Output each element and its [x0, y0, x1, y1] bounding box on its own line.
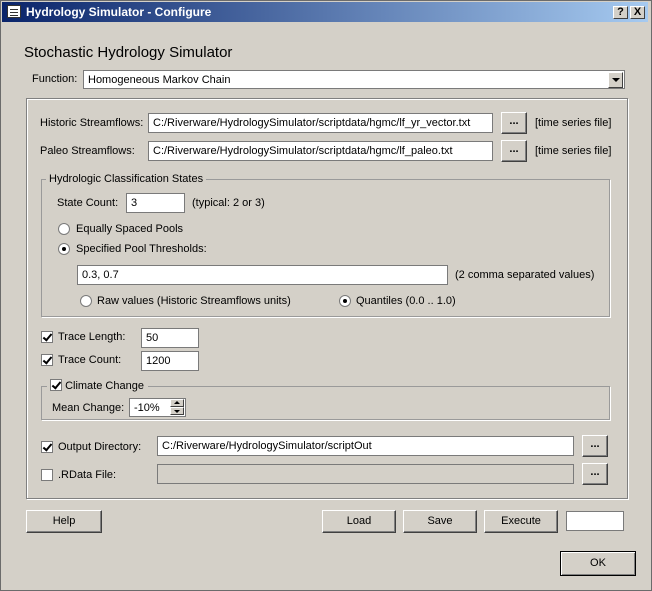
- load-button[interactable]: Load: [322, 510, 396, 533]
- function-label: Function:: [32, 73, 78, 85]
- state-count-label: State Count:: [57, 197, 119, 209]
- paleo-browse-button[interactable]: ...: [501, 140, 527, 162]
- trace-length-label: Trace Length:: [58, 331, 126, 343]
- output-directory-checkbox[interactable]: [41, 441, 53, 453]
- save-button[interactable]: Save: [403, 510, 477, 533]
- raw-values-radio[interactable]: [80, 295, 92, 307]
- trace-count-checkbox[interactable]: [41, 354, 53, 366]
- spin-up-icon[interactable]: [170, 399, 184, 407]
- mean-change-label: Mean Change:: [52, 402, 125, 414]
- help-button[interactable]: Help: [26, 510, 102, 533]
- quantiles-label: Quantiles (0.0 .. 1.0): [356, 295, 456, 307]
- historic-note: [time series file]: [535, 117, 612, 129]
- climate-change-group-title: Climate Change: [47, 379, 148, 392]
- paleo-note: [time series file]: [535, 145, 612, 157]
- equal-pools-radio[interactable]: [58, 223, 70, 235]
- execute-button[interactable]: Execute: [484, 510, 558, 533]
- ok-button[interactable]: OK: [560, 551, 636, 576]
- page-title: Stochastic Hydrology Simulator: [24, 44, 233, 61]
- output-directory-input[interactable]: C:/Riverware/HydrologySimulator/scriptOu…: [157, 436, 574, 456]
- help-title-button[interactable]: ?: [613, 6, 628, 19]
- output-directory-label: Output Directory:: [58, 441, 142, 453]
- window-title: Hydrology Simulator - Configure: [26, 5, 212, 19]
- close-button[interactable]: X: [630, 6, 645, 19]
- function-select[interactable]: Homogeneous Markov Chain: [83, 70, 625, 89]
- state-count-hint: (typical: 2 or 3): [192, 197, 265, 209]
- mean-change-spinner[interactable]: [170, 399, 184, 416]
- climate-change-label: Climate Change: [65, 380, 144, 392]
- thresholds-input[interactable]: 0.3, 0.7: [77, 265, 448, 285]
- status-box: [566, 511, 624, 531]
- paleo-streamflows-label: Paleo Streamflows:: [40, 145, 135, 157]
- trace-count-label: Trace Count:: [58, 354, 122, 366]
- rdata-file-browse-button[interactable]: ...: [582, 463, 608, 485]
- rdata-file-checkbox[interactable]: [41, 469, 53, 481]
- climate-change-checkbox[interactable]: [50, 379, 62, 391]
- output-directory-browse-button[interactable]: ...: [582, 435, 608, 457]
- mean-change-value: -10%: [134, 402, 160, 414]
- state-count-input[interactable]: 3: [126, 193, 185, 213]
- trace-length-checkbox[interactable]: [41, 331, 53, 343]
- paleo-streamflows-input[interactable]: C:/Riverware/HydrologySimulator/scriptda…: [148, 141, 493, 161]
- function-value: Homogeneous Markov Chain: [88, 74, 231, 86]
- rdata-file-label: .RData File:: [58, 469, 117, 481]
- chevron-down-icon[interactable]: [608, 72, 623, 88]
- thresholds-hint: (2 comma separated values): [455, 269, 595, 281]
- trace-count-input[interactable]: 1200: [141, 351, 199, 371]
- quantiles-radio[interactable]: [339, 295, 351, 307]
- historic-browse-button[interactable]: ...: [501, 112, 527, 134]
- specified-thresholds-label: Specified Pool Thresholds:: [76, 243, 207, 255]
- trace-length-input[interactable]: 50: [141, 328, 199, 348]
- classification-group-title: Hydrologic Classification States: [46, 173, 207, 185]
- spin-down-icon[interactable]: [170, 407, 184, 415]
- equal-pools-label: Equally Spaced Pools: [76, 223, 184, 235]
- historic-streamflows-label: Historic Streamflows:: [40, 117, 144, 129]
- app-icon: [7, 5, 21, 18]
- raw-values-label: Raw values (Historic Streamflows units): [97, 295, 291, 307]
- historic-streamflows-input[interactable]: C:/Riverware/HydrologySimulator/scriptda…: [148, 113, 493, 133]
- specified-thresholds-radio[interactable]: [58, 243, 70, 255]
- title-bar[interactable]: Hydrology Simulator - Configure ? X: [2, 2, 648, 22]
- rdata-file-input[interactable]: [157, 464, 574, 484]
